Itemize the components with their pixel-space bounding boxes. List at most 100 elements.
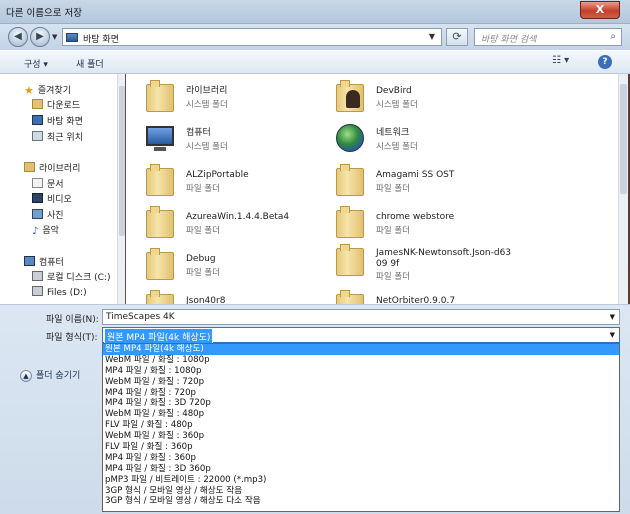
folder-icon [142, 246, 178, 282]
view-options-icon[interactable]: ☷ ▾ [552, 55, 569, 66]
folder-icon [332, 204, 368, 240]
sidebar-item-documents[interactable]: 문서 [32, 177, 64, 190]
folder-icon [142, 288, 178, 304]
documents-icon [32, 178, 43, 188]
file-name: AzureaWin.1.4.4.Beta4 [186, 212, 290, 222]
drive-icon [32, 286, 43, 296]
new-folder-button[interactable]: 새 폴더 [76, 57, 104, 70]
sidebar-item-files-d[interactable]: Files (D:) [32, 286, 87, 298]
chevron-down-icon[interactable]: ▼ [610, 331, 615, 339]
filetype-option[interactable]: WebM 파일 / 화질 : 720p [103, 377, 619, 388]
sidebar-item-recent[interactable]: 최근 위치 [32, 130, 83, 143]
file-name: NetOrbiter0.9.0.7 [376, 296, 456, 304]
close-button[interactable]: X [580, 1, 620, 19]
file-type: 시스템 폴더 [376, 100, 418, 110]
user-folder-icon [332, 78, 368, 114]
sidebar-item-pictures[interactable]: 사진 [32, 208, 64, 221]
file-type: 파일 폴더 [376, 184, 410, 194]
sidebar-item-local-disk-c[interactable]: 로컬 디스크 (C:) [32, 270, 110, 283]
refresh-button[interactable]: ⟳ [446, 28, 468, 46]
back-button[interactable]: ◀ [8, 27, 28, 47]
hide-folders-label: 폴더 숨기기 [36, 371, 81, 381]
file-list-scroll-thumb[interactable] [620, 84, 627, 194]
recent-pages-dropdown-icon[interactable]: ▼ [52, 33, 57, 41]
filetype-option[interactable]: 원본 MP4 파일(4k 해상도) [103, 344, 619, 355]
sidebar-scrollbar[interactable] [117, 74, 125, 304]
address-path: 바탕 화면 [83, 35, 119, 45]
filetype-option[interactable]: 3GP 형식 / 모바일 영상 / 해상도 다소 작음 [103, 496, 619, 507]
sidebar-item-videos[interactable]: 비디오 [32, 192, 72, 205]
organize-button[interactable]: 구성 ▾ [24, 57, 48, 70]
sidebar-favorites[interactable]: ★ 즐겨찾기 [24, 83, 71, 97]
file-name: DevBird [376, 86, 412, 96]
library-folder-icon [142, 78, 178, 114]
file-item[interactable]: JamesNK-Newtonsoft.Json-d6309 9f 파일 폴더 [332, 242, 522, 290]
save-as-dialog: 다른 이름으로 저장 X ◀ ▶ ▼ 바탕 화면 ▼ ⟳ 바탕 화면 검색 ⌕ … [0, 0, 630, 514]
filetype-select[interactable]: 원본 MP4 파일(4k 해상도) ▼ [102, 327, 620, 345]
sidebar-item-music[interactable]: ♪ 음악 [32, 223, 59, 237]
library-icon [24, 162, 35, 172]
file-type: 시스템 폴더 [186, 100, 228, 110]
file-item[interactable]: chrome webstore 파일 폴더 [332, 204, 522, 244]
filetype-option[interactable]: MP4 파일 / 화질 : 1080p [103, 366, 619, 377]
desktop-icon [66, 33, 78, 42]
filetype-option[interactable]: MP4 파일 / 화질 : 720p [103, 388, 619, 399]
folder-icon [332, 242, 368, 278]
filetype-option[interactable]: MP4 파일 / 화질 : 3D 360p [103, 464, 619, 475]
address-field[interactable]: 바탕 화면 ▼ [62, 28, 442, 46]
file-item[interactable]: Debug 파일 폴더 [142, 246, 332, 286]
window-title: 다른 이름으로 저장 [6, 8, 82, 19]
filetype-option[interactable]: FLV 파일 / 화질 : 480p [103, 420, 619, 431]
filetype-option[interactable]: WebM 파일 / 화질 : 1080p [103, 355, 619, 366]
file-item[interactable]: 컴퓨터 시스템 폴더 [142, 120, 332, 160]
filetype-option[interactable]: MP4 파일 / 화질 : 360p [103, 453, 619, 464]
file-type: 파일 폴더 [186, 268, 220, 278]
chevron-down-icon[interactable]: ▼ [610, 313, 615, 321]
file-item[interactable]: 라이브러리 시스템 폴더 [142, 78, 332, 118]
filetype-option[interactable]: MP4 파일 / 화질 : 3D 720p [103, 398, 619, 409]
filetype-option[interactable]: FLV 파일 / 화질 : 360p [103, 442, 619, 453]
file-item[interactable]: ALZipPortable 파일 폴더 [142, 162, 332, 202]
sidebar-item-desktop[interactable]: 바탕 화면 [32, 114, 83, 127]
drive-icon [32, 271, 43, 281]
file-item[interactable]: DevBird 시스템 폴더 [332, 78, 522, 118]
sidebar-item-downloads[interactable]: 다운로드 [32, 98, 80, 111]
chevron-down-icon[interactable]: ▼ [429, 32, 435, 41]
forward-button[interactable]: ▶ [30, 27, 50, 47]
search-placeholder: 바탕 화면 검색 [481, 35, 537, 45]
toolbar: 구성 ▾ 새 폴더 ☷ ▾ ? [0, 50, 630, 74]
filename-input[interactable]: TimeScapes 4K ▼ [102, 309, 620, 325]
chevron-up-icon: ▲ [20, 370, 32, 382]
file-item[interactable]: 네트워크 시스템 폴더 [332, 120, 522, 160]
hide-folders-button[interactable]: ▲ 폴더 숨기기 [20, 368, 80, 382]
file-name: 라이브러리 [186, 86, 228, 96]
filetype-option[interactable]: WebM 파일 / 화질 : 480p [103, 409, 619, 420]
forward-arrow-icon: ▶ [36, 31, 44, 42]
search-icon: ⌕ [610, 31, 616, 42]
file-name: Json40r8 [186, 296, 226, 304]
filetype-label: 파일 형식(T): [46, 333, 98, 343]
pictures-icon [32, 209, 43, 219]
help-icon[interactable]: ? [598, 55, 612, 69]
filetype-option[interactable]: WebM 파일 / 화질 : 360p [103, 431, 619, 442]
sidebar-libraries[interactable]: 라이브러리 [24, 161, 80, 174]
file-name: 컴퓨터 [186, 128, 211, 138]
search-box[interactable]: 바탕 화면 검색 ⌕ [474, 28, 622, 46]
sidebar-computer[interactable]: 컴퓨터 [24, 255, 64, 268]
back-arrow-icon: ◀ [14, 31, 22, 42]
file-item[interactable]: Amagami SS OST 파일 폴더 [332, 162, 522, 202]
videos-icon [32, 193, 43, 203]
network-globe-icon [332, 120, 368, 156]
file-type: 시스템 폴더 [376, 142, 418, 152]
computer-icon [24, 256, 35, 266]
filetype-option[interactable]: pMP3 파일 / 비트레이트 : 22000 (*.mp3) [103, 475, 619, 486]
file-type: 시스템 폴더 [186, 142, 228, 152]
file-type: 파일 폴더 [186, 184, 220, 194]
file-item[interactable]: NetOrbiter0.9.0.7 [332, 288, 522, 304]
filetype-option[interactable]: 3GP 형식 / 모바일 영상 / 해상도 작음 [103, 486, 619, 497]
folder-icon [142, 162, 178, 198]
sidebar-scroll-thumb[interactable] [119, 86, 125, 236]
file-item[interactable]: Json40r8 [142, 288, 332, 304]
file-item[interactable]: AzureaWin.1.4.4.Beta4 파일 폴더 [142, 204, 332, 244]
file-list-scrollbar[interactable] [618, 74, 628, 304]
